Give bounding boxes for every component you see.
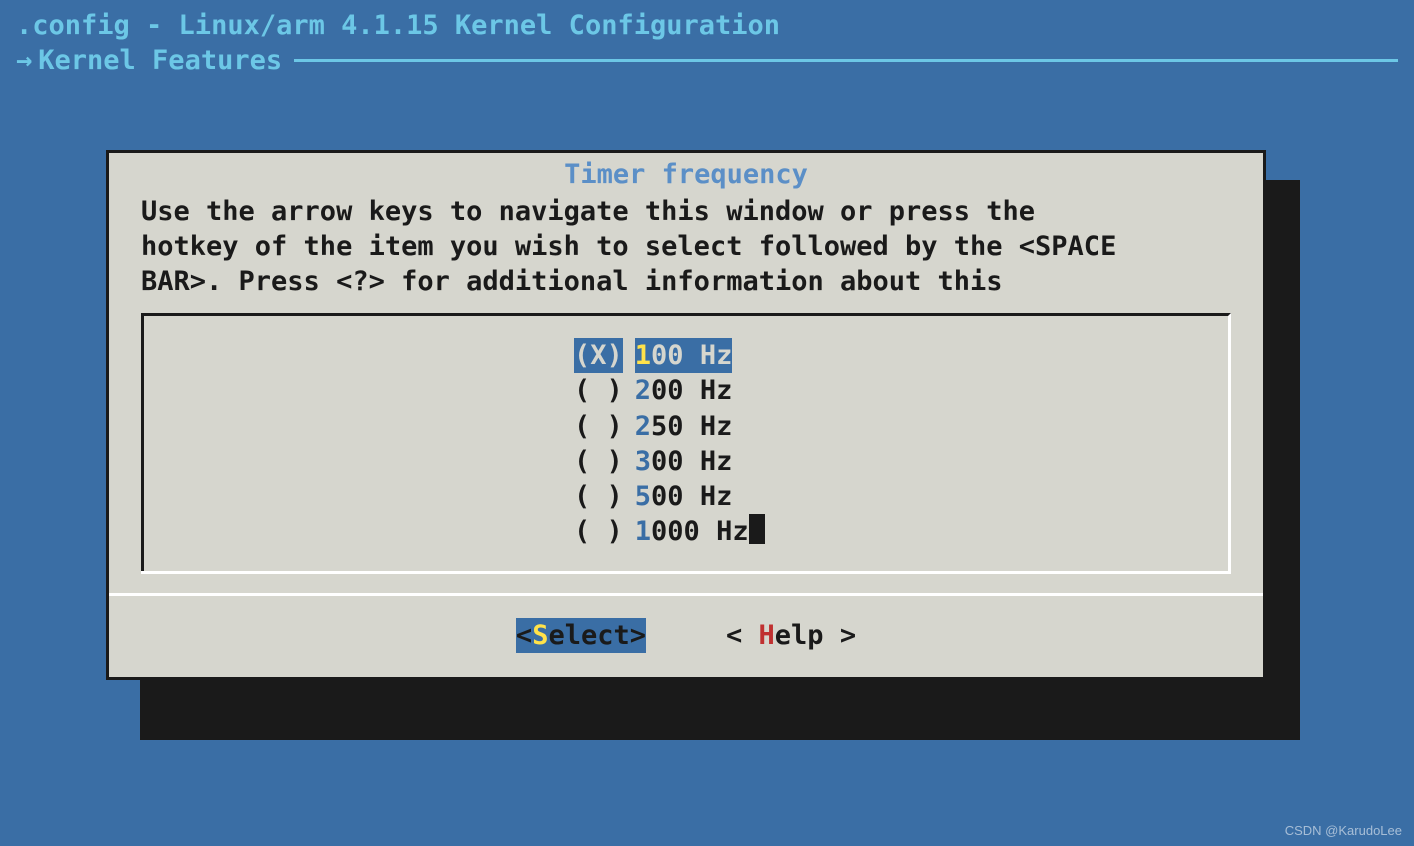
- option-label: 1000 Hz: [635, 514, 765, 549]
- option-text: 000 Hz: [651, 516, 749, 547]
- option-hotkey: 3: [635, 446, 651, 477]
- option-hotkey: 1: [635, 516, 651, 547]
- arrow-icon: →: [16, 43, 32, 78]
- button-row: <Select> < Help >: [141, 618, 1231, 653]
- option-radio: ( ): [574, 479, 623, 514]
- option-radio: ( ): [574, 373, 623, 408]
- help-rest: elp: [775, 620, 824, 651]
- button-separator: [109, 593, 1263, 596]
- option-text: 00 Hz: [651, 375, 732, 406]
- help-open: <: [726, 620, 759, 651]
- help-close: >: [824, 620, 857, 651]
- options-frame: (X)100 Hz( )200 Hz( )250 Hz( )300 Hz( )5…: [141, 313, 1231, 571]
- dialog-instructions: Use the arrow keys to navigate this wind…: [141, 194, 1231, 299]
- divider-line: [294, 59, 1398, 62]
- select-rest: elect: [548, 620, 629, 651]
- option-row-5[interactable]: ( ) 1000 Hz: [574, 514, 765, 549]
- option-radio: (X): [574, 338, 623, 373]
- select-close: >: [630, 620, 646, 651]
- options-list: (X)100 Hz( )200 Hz( )250 Hz( )300 Hz( )5…: [574, 338, 1228, 549]
- option-hotkey: 2: [635, 375, 651, 406]
- option-label: 100 Hz: [635, 338, 733, 373]
- help-button[interactable]: < Help >: [726, 618, 856, 653]
- breadcrumb: Kernel Features: [32, 43, 288, 78]
- option-label: 250 Hz: [635, 409, 733, 444]
- option-hotkey: 1: [635, 340, 651, 371]
- option-radio: ( ): [574, 514, 623, 549]
- option-radio: ( ): [574, 444, 623, 479]
- dialog: Timer frequency Use the arrow keys to na…: [106, 150, 1266, 680]
- option-radio: ( ): [574, 409, 623, 444]
- option-row-1[interactable]: ( ) 200 Hz: [574, 373, 732, 408]
- option-row-0[interactable]: (X) 100 Hz: [574, 338, 732, 373]
- config-title: .config - Linux/arm 4.1.15 Kernel Config…: [16, 8, 1398, 43]
- option-hotkey: 5: [635, 481, 651, 512]
- option-text: 00 Hz: [651, 340, 732, 371]
- breadcrumb-row: → Kernel Features: [16, 43, 1398, 78]
- option-row-3[interactable]: ( ) 300 Hz: [574, 444, 732, 479]
- header: .config - Linux/arm 4.1.15 Kernel Config…: [0, 0, 1414, 78]
- select-button[interactable]: <Select>: [516, 618, 646, 653]
- option-label: 300 Hz: [635, 444, 733, 479]
- option-label: 500 Hz: [635, 479, 733, 514]
- help-hotkey: H: [759, 620, 775, 651]
- select-hotkey: S: [532, 620, 548, 651]
- option-text: 50 Hz: [651, 411, 732, 442]
- option-text: 00 Hz: [651, 481, 732, 512]
- watermark: CSDN @KarudoLee: [1285, 823, 1402, 840]
- dialog-title: Timer frequency: [564, 159, 808, 190]
- cursor-icon: [749, 514, 765, 544]
- option-row-2[interactable]: ( ) 250 Hz: [574, 409, 732, 444]
- option-label: 200 Hz: [635, 373, 733, 408]
- option-text: 00 Hz: [651, 446, 732, 477]
- select-open: <: [516, 620, 532, 651]
- option-hotkey: 2: [635, 411, 651, 442]
- option-row-4[interactable]: ( ) 500 Hz: [574, 479, 732, 514]
